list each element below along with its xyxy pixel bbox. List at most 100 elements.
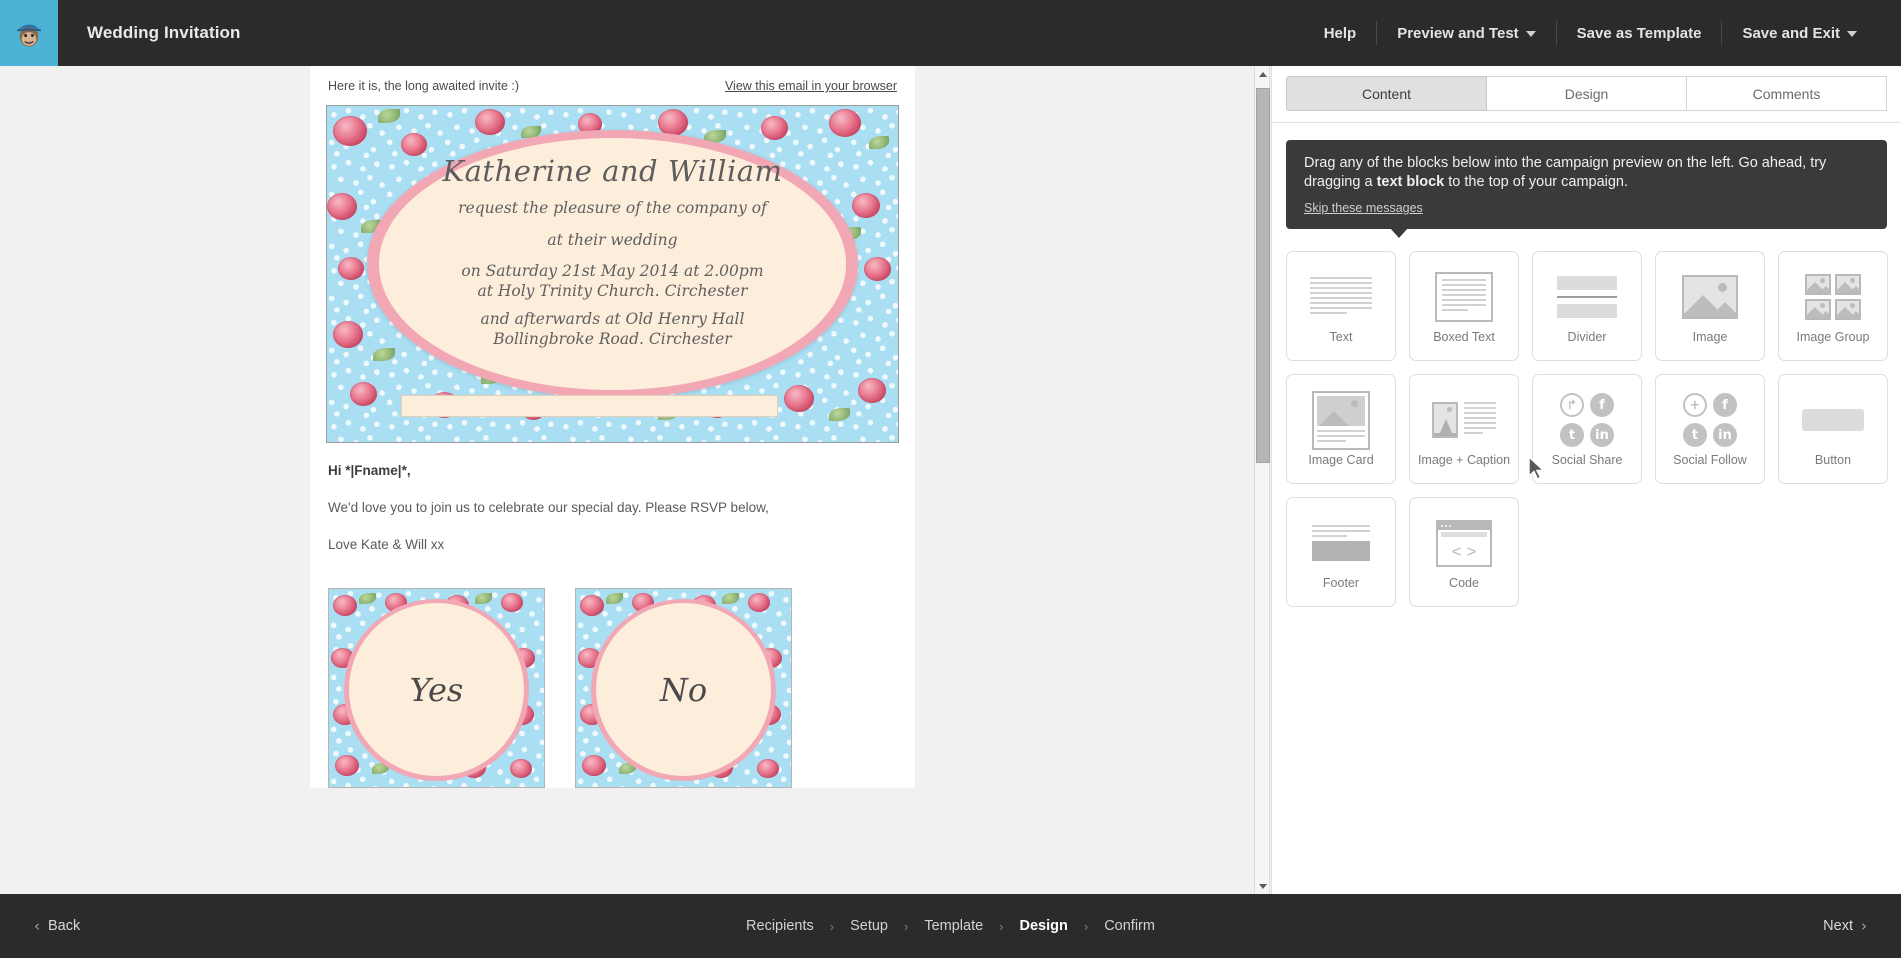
block-card-image-group[interactable]: Image Group bbox=[1778, 251, 1888, 362]
email-canvas[interactable]: Here it is, the long awaited invite :) V… bbox=[310, 66, 915, 788]
tooltip-text-bold: text block bbox=[1376, 174, 1445, 191]
rsvp-image-group[interactable]: Yes No bbox=[310, 574, 915, 788]
divider-icon bbox=[1533, 266, 1641, 328]
social-follow-icon: + f t in bbox=[1656, 389, 1764, 451]
help-label: Help bbox=[1323, 24, 1357, 42]
block-card-text[interactable]: Text bbox=[1286, 251, 1396, 362]
chevron-up-icon bbox=[1259, 71, 1267, 77]
block-card-social-follow[interactable]: + f t in Social Follow bbox=[1655, 374, 1765, 485]
preview-scrollbar[interactable] bbox=[1254, 66, 1270, 894]
share-arrow-icon: ↱ bbox=[1560, 393, 1584, 418]
twitter-icon: t bbox=[1560, 423, 1584, 448]
step-recipients[interactable]: Recipients bbox=[746, 918, 814, 934]
chevron-right-icon: › bbox=[903, 918, 909, 934]
chevron-down-icon bbox=[1847, 31, 1857, 37]
block-card-boxed-text[interactable]: Boxed Text bbox=[1409, 251, 1519, 362]
image-icon bbox=[1656, 266, 1764, 328]
block-label: Social Share bbox=[1551, 453, 1623, 468]
block-card-image-card[interactable]: Image Card bbox=[1286, 374, 1396, 485]
view-in-browser-link[interactable]: View this email in your browser bbox=[725, 79, 897, 93]
step-setup[interactable]: Setup bbox=[850, 918, 888, 934]
block-label: Image Card bbox=[1308, 453, 1374, 468]
preheader-text: Here it is, the long awaited invite :) bbox=[328, 79, 520, 93]
tab-content-label: Content bbox=[1361, 85, 1412, 102]
step-design[interactable]: Design bbox=[1020, 918, 1068, 934]
step-template[interactable]: Template bbox=[924, 918, 983, 934]
rsvp-no-card[interactable]: No bbox=[575, 588, 792, 788]
tab-design-label: Design bbox=[1564, 85, 1609, 102]
chevron-right-icon: › bbox=[1861, 917, 1867, 935]
block-card-divider[interactable]: Divider bbox=[1532, 251, 1642, 362]
campaign-title: Wedding Invitation bbox=[87, 23, 241, 42]
rsvp-no-label: No bbox=[659, 670, 708, 709]
content-blocks-grid: Text Boxed Text Divider Image Image Grou… bbox=[1272, 229, 1901, 608]
top-bar-actions: Help Preview and Test Save as Template S… bbox=[1304, 0, 1901, 66]
save-and-exit-label: Save and Exit bbox=[1742, 24, 1840, 42]
chevron-left-icon: ‹ bbox=[34, 917, 40, 935]
boxed-text-icon bbox=[1410, 266, 1518, 328]
facebook-icon: f bbox=[1713, 393, 1737, 418]
invitation-line-3: on Saturday 21st May 2014 at 2.00pm bbox=[461, 262, 764, 281]
block-card-image-caption[interactable]: Image + Caption bbox=[1409, 374, 1519, 485]
image-caption-icon bbox=[1410, 389, 1518, 451]
tab-comments-label: Comments bbox=[1752, 85, 1821, 102]
skip-messages-link[interactable]: Skip these messages bbox=[1304, 201, 1423, 215]
save-as-template-button[interactable]: Save as Template bbox=[1557, 18, 1722, 48]
rsvp-yes-card[interactable]: Yes bbox=[328, 588, 545, 788]
help-button[interactable]: Help bbox=[1304, 18, 1377, 48]
block-card-footer[interactable]: Footer bbox=[1286, 497, 1396, 608]
greeting-text: Hi *|Fname|*, bbox=[328, 463, 411, 478]
step-confirm[interactable]: Confirm bbox=[1104, 918, 1155, 934]
image-group-icon bbox=[1779, 266, 1887, 328]
invitation-line-4: at Holy Trinity Church. Circhester bbox=[477, 282, 748, 301]
tooltip-text-part2: to the top of your campaign. bbox=[1444, 174, 1629, 191]
back-button[interactable]: ‹ Back bbox=[34, 917, 80, 935]
preheader-block[interactable]: Here it is, the long awaited invite :) V… bbox=[310, 66, 915, 105]
facebook-icon: f bbox=[1590, 393, 1614, 418]
save-and-exit-menu[interactable]: Save and Exit bbox=[1722, 18, 1877, 48]
linkedin-icon: in bbox=[1590, 423, 1614, 448]
block-card-image[interactable]: Image bbox=[1655, 251, 1765, 362]
tab-design[interactable]: Design bbox=[1487, 76, 1687, 111]
block-label: Text bbox=[1329, 330, 1353, 345]
block-label: Image bbox=[1692, 330, 1728, 345]
rsvp-circle-inner: Yes bbox=[348, 603, 525, 777]
invitation-line-6: Bollingbroke Road. Circhester bbox=[493, 330, 732, 349]
signoff-text: Love Kate & Will xx bbox=[328, 537, 445, 552]
preview-and-test-menu[interactable]: Preview and Test bbox=[1377, 18, 1555, 48]
rsvp-circle-inner: No bbox=[595, 603, 772, 777]
invitation-image-block[interactable]: Katherine and William request the pleasu… bbox=[326, 105, 899, 443]
invitation-line-2: at their wedding bbox=[547, 230, 678, 249]
campaign-preview-pane[interactable]: Here it is, the long awaited invite :) V… bbox=[0, 66, 1254, 894]
invitation-line-5: and afterwards at Old Henry Hall bbox=[480, 309, 745, 328]
chevron-down-icon bbox=[1259, 883, 1267, 889]
mailchimp-logo-button[interactable] bbox=[0, 0, 58, 66]
social-share-icon: ↱ f t in bbox=[1533, 389, 1641, 451]
footer-icon bbox=[1287, 512, 1395, 574]
campaign-steps-breadcrumb: Recipients › Setup › Template › Design ›… bbox=[746, 918, 1155, 934]
block-card-code[interactable]: < > Code bbox=[1409, 497, 1519, 608]
tab-comments[interactable]: Comments bbox=[1687, 76, 1887, 111]
block-label: Divider bbox=[1567, 330, 1607, 345]
chevron-right-icon: › bbox=[1083, 918, 1089, 934]
block-label: Image + Caption bbox=[1417, 453, 1511, 468]
block-label: Boxed Text bbox=[1433, 330, 1495, 345]
plus-icon: + bbox=[1683, 393, 1707, 418]
block-label: Footer bbox=[1322, 576, 1360, 591]
rsvp-circle-frame: Yes bbox=[344, 598, 529, 782]
block-card-button[interactable]: Button bbox=[1778, 374, 1888, 485]
panel-tabs: Content Design Comments bbox=[1272, 66, 1901, 111]
chevron-down-icon bbox=[1525, 31, 1536, 37]
block-label: Button bbox=[1814, 453, 1852, 468]
preview-and-test-label: Preview and Test bbox=[1397, 24, 1519, 42]
content-panel: Content Design Comments Drag any of the … bbox=[1271, 66, 1901, 894]
next-button[interactable]: Next › bbox=[1823, 917, 1867, 935]
scrollbar-thumb[interactable] bbox=[1256, 88, 1270, 463]
invitation-names: Katherine and William bbox=[442, 154, 783, 189]
block-card-social-share[interactable]: ↱ f t in Social Share bbox=[1532, 374, 1642, 485]
scroll-down-button[interactable] bbox=[1255, 878, 1271, 894]
body-text-block[interactable]: Hi *|Fname|*, We'd love you to join us t… bbox=[310, 443, 915, 552]
scroll-up-button[interactable] bbox=[1255, 66, 1271, 82]
tab-content[interactable]: Content bbox=[1286, 76, 1487, 111]
button-icon bbox=[1779, 389, 1887, 451]
